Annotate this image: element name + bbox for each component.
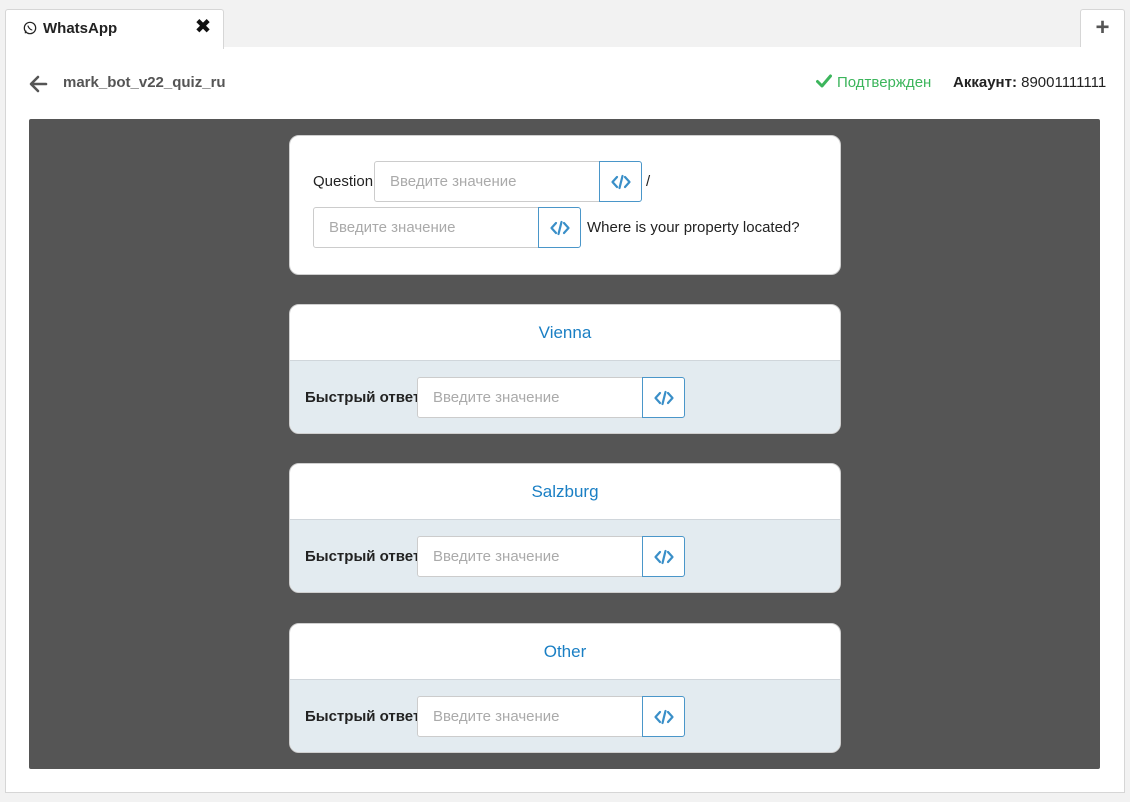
bot-name: mark_bot_v22_quiz_ru — [63, 74, 226, 91]
account-value: 89001111111 — [1021, 74, 1107, 91]
code-button-1[interactable] — [599, 161, 642, 202]
code-icon — [653, 390, 674, 405]
answer-card-salzburg: Salzburg Быстрый ответ: — [289, 463, 841, 593]
code-icon — [610, 174, 631, 189]
tab-title: WhatsApp — [43, 20, 118, 37]
code-button[interactable] — [642, 696, 685, 737]
separator: / — [646, 173, 651, 190]
answer-body: Быстрый ответ: — [290, 520, 840, 592]
check-icon — [816, 74, 832, 88]
status-text: Подтвержден — [837, 74, 932, 91]
plus-icon[interactable]: + — [1080, 9, 1125, 48]
account-info: Аккаунт: 89001111111 — [953, 74, 1106, 91]
code-button[interactable] — [642, 377, 685, 418]
question-card: Question / Where is your property locate… — [289, 135, 841, 275]
whatsapp-icon — [23, 21, 37, 35]
close-icon[interactable]: ✖ — [193, 17, 213, 37]
answer-title[interactable]: Vienna — [290, 305, 840, 361]
question-text: Where is your property located? — [587, 219, 800, 236]
quick-answer-label: Быстрый ответ: — [305, 548, 426, 565]
answer-title[interactable]: Other — [290, 624, 840, 680]
question-input-1[interactable] — [374, 161, 600, 202]
status-badge: Подтвержден — [816, 74, 931, 91]
tab-bar: WhatsApp ✖ + — [0, 0, 1130, 49]
code-button[interactable] — [642, 536, 685, 577]
account-label: Аккаунт: — [953, 74, 1017, 91]
answer-card-other: Other Быстрый ответ: — [289, 623, 841, 753]
answer-body: Быстрый ответ: — [290, 680, 840, 752]
quick-answer-input[interactable] — [417, 696, 643, 737]
code-button-2[interactable] — [538, 207, 581, 248]
code-icon — [653, 549, 674, 564]
answer-title[interactable]: Salzburg — [290, 464, 840, 520]
question-input-2[interactable] — [313, 207, 539, 248]
quick-answer-label: Быстрый ответ: — [305, 708, 426, 725]
code-icon — [653, 709, 674, 724]
quick-answer-label: Быстрый ответ: — [305, 389, 426, 406]
quick-answer-input[interactable] — [417, 377, 643, 418]
tab-whatsapp[interactable]: WhatsApp ✖ — [5, 9, 224, 49]
back-arrow-icon[interactable] — [28, 74, 48, 94]
question-label: Question — [313, 173, 374, 190]
quick-answer-input[interactable] — [417, 536, 643, 577]
answer-body: Быстрый ответ: — [290, 361, 840, 433]
answer-card-vienna: Vienna Быстрый ответ: — [289, 304, 841, 434]
code-icon — [549, 220, 570, 235]
